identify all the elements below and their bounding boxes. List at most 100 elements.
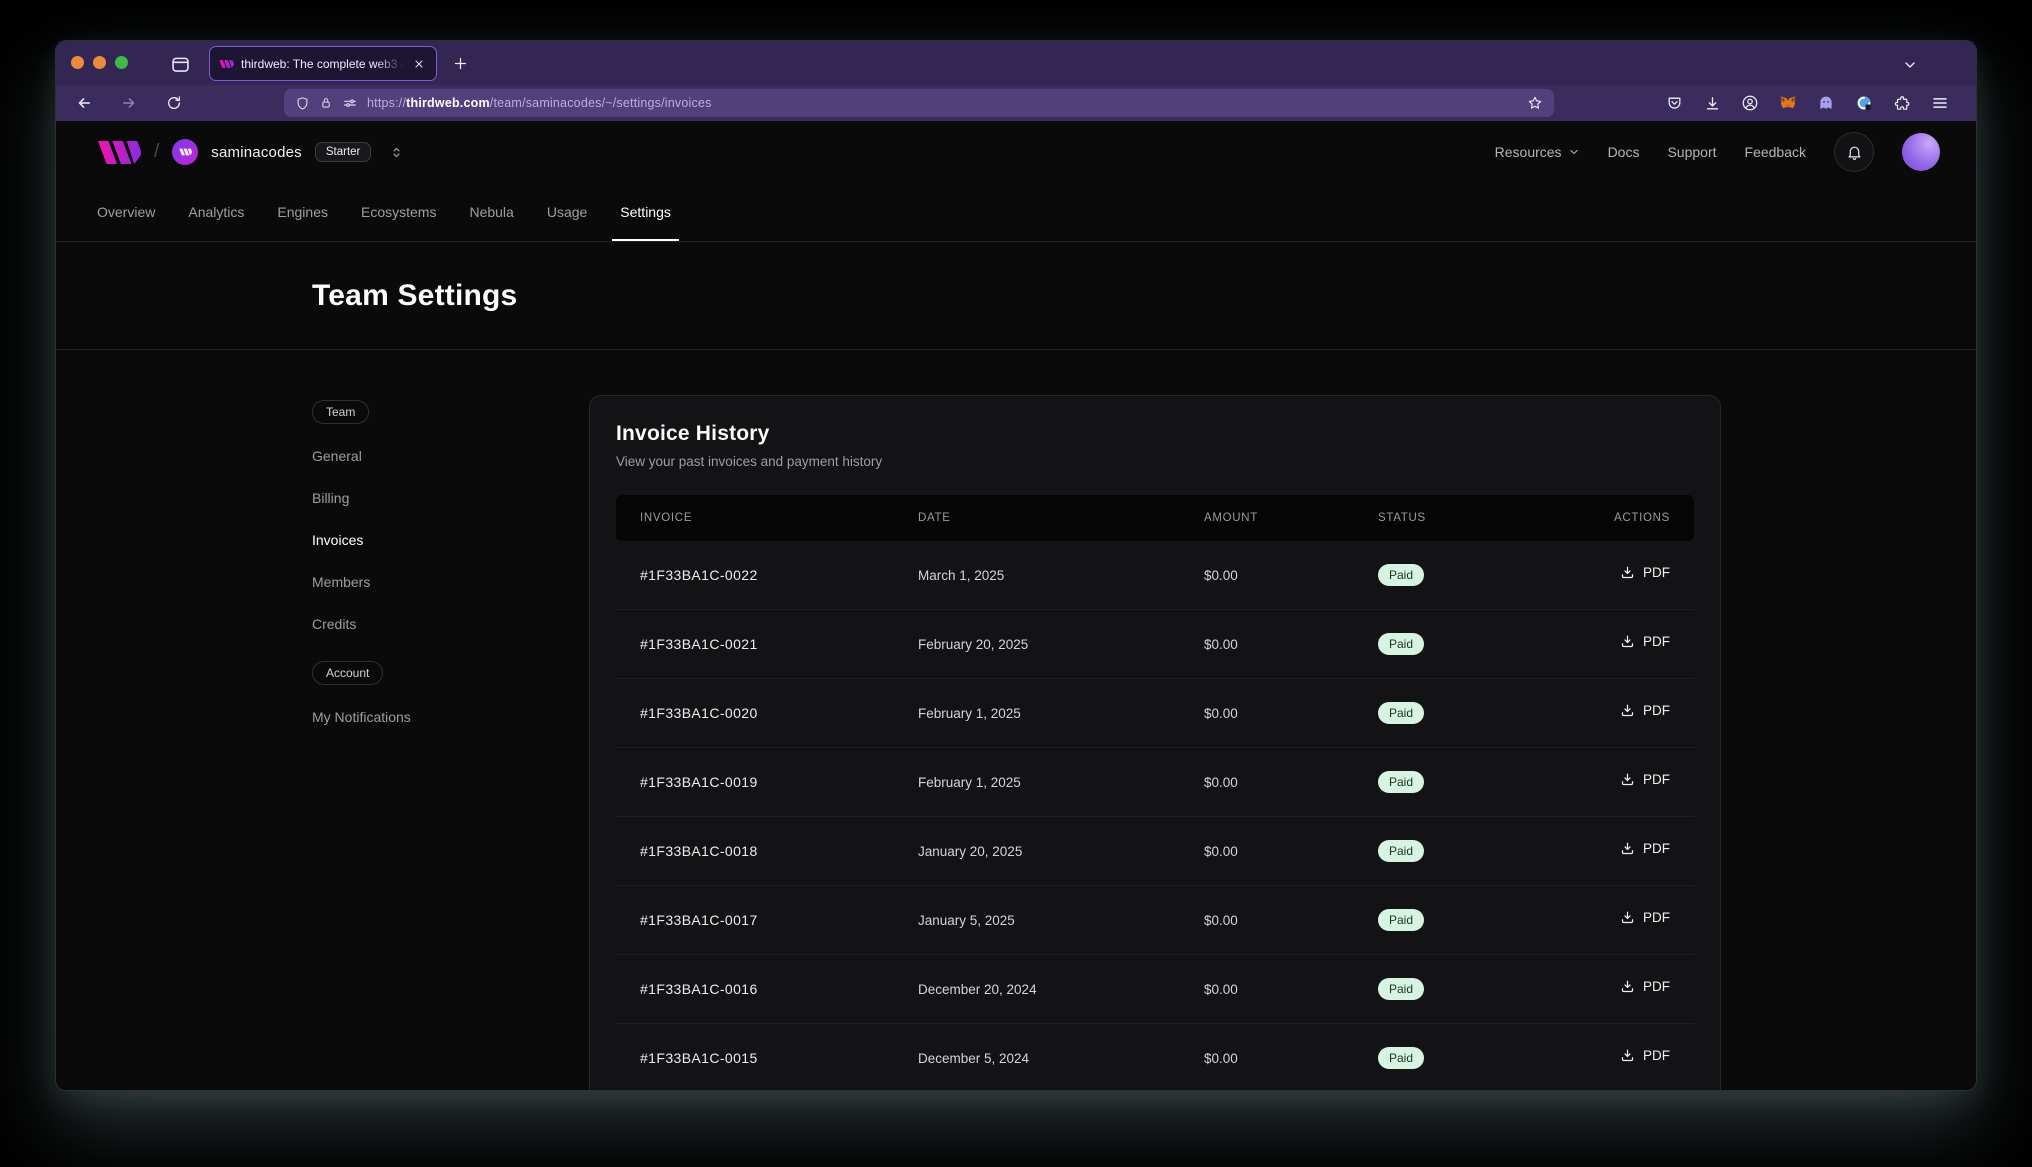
table-row: #1F33BA1C-0018 January 20, 2025 $0.00 Pa… bbox=[616, 817, 1694, 886]
new-tab-button[interactable] bbox=[448, 51, 472, 75]
invoice-date: December 20, 2024 bbox=[894, 982, 1180, 997]
tab-settings[interactable]: Settings bbox=[612, 183, 679, 241]
pocket-icon[interactable] bbox=[1662, 91, 1686, 115]
tab-overview[interactable]: Overview bbox=[89, 183, 163, 241]
back-button[interactable] bbox=[72, 91, 96, 115]
sidebar-item-members[interactable]: Members bbox=[312, 561, 542, 603]
close-window-button[interactable] bbox=[71, 56, 84, 69]
page-content: / saminacodes Starter Resources bbox=[56, 121, 1976, 1090]
screenshot-stage: thirdweb: The complete web3 d bbox=[0, 0, 2032, 1167]
download-pdf-button[interactable]: PDF bbox=[1620, 979, 1670, 994]
resources-menu[interactable]: Resources bbox=[1495, 144, 1580, 160]
invoice-date: March 1, 2025 bbox=[894, 568, 1180, 583]
status-badge: Paid bbox=[1378, 771, 1424, 793]
thirdweb-logo[interactable] bbox=[97, 140, 141, 165]
invoice-history-card: Invoice History View your past invoices … bbox=[589, 395, 1721, 1091]
status-badge: Paid bbox=[1378, 978, 1424, 1000]
team-name[interactable]: saminacodes bbox=[211, 144, 302, 161]
phantom-wallet-icon[interactable] bbox=[1814, 91, 1838, 115]
invoice-amount: $0.00 bbox=[1180, 844, 1354, 859]
sidebar-item-my-notifications[interactable]: My Notifications bbox=[312, 696, 542, 738]
invoice-table: Invoice Date Amount Status Actions #1F33… bbox=[616, 495, 1694, 1091]
site-header: / saminacodes Starter Resources bbox=[56, 121, 1976, 242]
minimize-window-button[interactable] bbox=[93, 56, 106, 69]
download-icon bbox=[1620, 979, 1635, 994]
download-icon bbox=[1620, 634, 1635, 649]
feedback-link[interactable]: Feedback bbox=[1745, 144, 1806, 160]
team-switcher-chevrons-icon[interactable] bbox=[384, 140, 408, 164]
sidebar-item-credits[interactable]: Credits bbox=[312, 603, 542, 645]
sidebar-item-general[interactable]: General bbox=[312, 435, 542, 477]
bookmark-star-icon[interactable] bbox=[1527, 95, 1543, 111]
sidebar-item-billing[interactable]: Billing bbox=[312, 477, 542, 519]
sidebar-section-account: Account bbox=[312, 661, 383, 685]
invoice-number: #1F33BA1C-0021 bbox=[616, 636, 894, 652]
card-title: Invoice History bbox=[616, 422, 1694, 446]
col-status: Status bbox=[1354, 512, 1594, 524]
user-avatar[interactable] bbox=[1902, 133, 1940, 171]
account-icon[interactable] bbox=[1738, 91, 1762, 115]
card-subtitle: View your past invoices and payment hist… bbox=[616, 454, 1694, 469]
docs-link[interactable]: Docs bbox=[1608, 144, 1640, 160]
invoice-date: January 20, 2025 bbox=[894, 844, 1180, 859]
col-date: Date bbox=[894, 512, 1180, 524]
site-nav-tabs: Overview Analytics Engines Ecosystems Ne… bbox=[56, 183, 1976, 241]
permissions-icon[interactable] bbox=[342, 95, 358, 111]
page-title: Team Settings bbox=[312, 279, 517, 313]
table-row: #1F33BA1C-0020 February 1, 2025 $0.00 Pa… bbox=[616, 679, 1694, 748]
tab-engines[interactable]: Engines bbox=[269, 183, 336, 241]
download-pdf-button[interactable]: PDF bbox=[1620, 703, 1670, 718]
download-icon bbox=[1620, 841, 1635, 856]
status-badge: Paid bbox=[1378, 564, 1424, 586]
list-tabs-chevron-icon[interactable] bbox=[1898, 53, 1922, 77]
table-row: #1F33BA1C-0017 January 5, 2025 $0.00 Pai… bbox=[616, 886, 1694, 955]
lock-icon[interactable] bbox=[319, 96, 333, 110]
download-icon bbox=[1620, 703, 1635, 718]
tab-analytics[interactable]: Analytics bbox=[180, 183, 252, 241]
bell-icon bbox=[1846, 144, 1863, 161]
downloads-icon[interactable] bbox=[1700, 91, 1724, 115]
tab-ecosystems[interactable]: Ecosystems bbox=[353, 183, 444, 241]
browser-tab-bar: thirdweb: The complete web3 d bbox=[56, 41, 1976, 85]
address-bar[interactable]: https://thirdweb.com/team/saminacodes/~/… bbox=[284, 89, 1554, 117]
sidebar-section-team: Team bbox=[312, 400, 369, 424]
download-pdf-button[interactable]: PDF bbox=[1620, 841, 1670, 856]
invoice-amount: $0.00 bbox=[1180, 982, 1354, 997]
menu-hamburger-icon[interactable] bbox=[1928, 91, 1952, 115]
team-avatar[interactable] bbox=[172, 139, 198, 165]
invoice-amount: $0.00 bbox=[1180, 1051, 1354, 1066]
tab-nebula[interactable]: Nebula bbox=[461, 183, 521, 241]
invoice-amount: $0.00 bbox=[1180, 913, 1354, 928]
table-row: #1F33BA1C-0022 March 1, 2025 $0.00 Paid … bbox=[616, 541, 1694, 610]
close-tab-icon[interactable] bbox=[411, 56, 427, 72]
download-pdf-button[interactable]: PDF bbox=[1620, 565, 1670, 580]
notifications-bell-button[interactable] bbox=[1834, 132, 1874, 172]
download-pdf-button[interactable]: PDF bbox=[1620, 1048, 1670, 1063]
extensions-puzzle-icon[interactable] bbox=[1890, 91, 1914, 115]
tracking-protection-shield-icon[interactable] bbox=[295, 96, 310, 111]
window-controls bbox=[71, 56, 128, 69]
download-icon bbox=[1620, 565, 1635, 580]
browser-tab[interactable]: thirdweb: The complete web3 d bbox=[209, 46, 437, 81]
browser-toolbar: https://thirdweb.com/team/saminacodes/~/… bbox=[56, 85, 1976, 121]
table-row: #1F33BA1C-0019 February 1, 2025 $0.00 Pa… bbox=[616, 748, 1694, 817]
download-icon bbox=[1620, 772, 1635, 787]
breadcrumb-separator: / bbox=[154, 141, 159, 163]
download-icon bbox=[1620, 910, 1635, 925]
sidebar-item-invoices[interactable]: Invoices bbox=[312, 519, 542, 561]
reload-button[interactable] bbox=[162, 91, 186, 115]
wallet-extension-icon[interactable] bbox=[1852, 91, 1876, 115]
tab-usage[interactable]: Usage bbox=[539, 183, 595, 241]
invoice-date: February 20, 2025 bbox=[894, 637, 1180, 652]
download-pdf-button[interactable]: PDF bbox=[1620, 772, 1670, 787]
invoice-amount: $0.00 bbox=[1180, 706, 1354, 721]
download-pdf-button[interactable]: PDF bbox=[1620, 634, 1670, 649]
download-pdf-button[interactable]: PDF bbox=[1620, 910, 1670, 925]
plan-badge: Starter bbox=[315, 142, 372, 162]
metamask-icon[interactable] bbox=[1776, 91, 1800, 115]
zoom-window-button[interactable] bbox=[115, 56, 128, 69]
status-badge: Paid bbox=[1378, 1047, 1424, 1069]
firefox-view-icon[interactable] bbox=[168, 52, 192, 76]
support-link[interactable]: Support bbox=[1667, 144, 1716, 160]
forward-button[interactable] bbox=[117, 91, 141, 115]
